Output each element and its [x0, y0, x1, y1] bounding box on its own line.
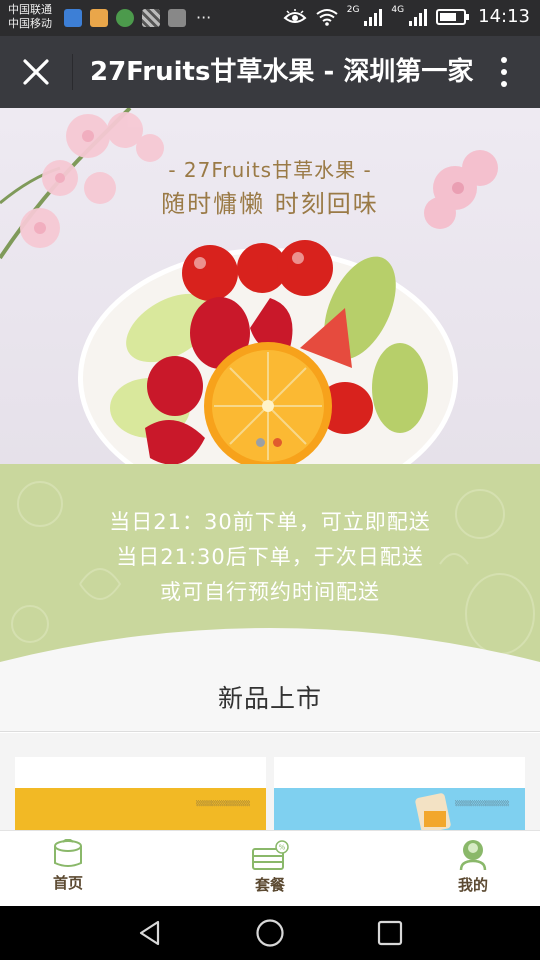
tab-label: 套餐	[254, 876, 285, 894]
app-notification-icon	[142, 8, 160, 27]
app-notification-icon	[64, 8, 82, 27]
carrier-1: 中国联通	[8, 3, 52, 16]
delivery-line-3: 或可自行预约时间配送	[160, 580, 380, 604]
wifi-icon	[316, 8, 338, 26]
back-button[interactable]	[130, 917, 170, 949]
app-notification-icon	[116, 8, 134, 27]
cake-icon	[54, 839, 82, 867]
close-button[interactable]	[16, 52, 56, 92]
package-icon: %	[252, 840, 289, 870]
section-title: 新品上市	[217, 683, 322, 713]
eye-icon	[283, 8, 307, 23]
product-grid: ░░░░░░░░░░░░░░ ░░░░░░░░░░░░░░	[0, 733, 540, 830]
more-vertical-icon	[501, 57, 507, 63]
close-icon	[23, 59, 49, 85]
recent-square-icon	[377, 920, 403, 946]
tab-combo[interactable]: % 套餐	[230, 839, 310, 903]
notification-icons: ···	[64, 8, 211, 27]
delivery-line-2: 当日21:30后下单，于次日配送	[116, 545, 424, 569]
signal-icon	[409, 8, 428, 26]
title-divider	[72, 54, 73, 90]
carousel-dots	[256, 438, 282, 447]
home-button[interactable]	[250, 917, 290, 949]
more-vertical-icon	[501, 81, 507, 87]
product-card[interactable]: ░░░░░░░░░░░░░░	[15, 757, 266, 830]
more-options-button[interactable]	[486, 54, 522, 90]
battery-icon	[436, 8, 470, 25]
app-notification-icon	[168, 8, 186, 27]
home-circle-icon	[256, 919, 284, 947]
tab-home[interactable]: 首页	[28, 839, 108, 903]
product-caption: ░░░░░░░░░░░░░░	[196, 801, 250, 807]
status-bar: 中国联通 中国移动 ··· 2G 4G 14:13	[0, 0, 540, 36]
product-card[interactable]: ░░░░░░░░░░░░░░	[274, 757, 525, 830]
network-type-label: 2G	[346, 4, 360, 15]
system-nav-bar	[0, 906, 540, 960]
product-caption: ░░░░░░░░░░░░░░	[455, 801, 509, 807]
delivery-line-1: 当日21：30前下单，可立即配送	[109, 510, 431, 534]
delivery-curve	[0, 628, 540, 664]
app-notification-icon	[90, 8, 108, 27]
product-image	[15, 788, 266, 830]
recent-apps-button[interactable]	[370, 917, 410, 949]
carousel-dot-active[interactable]	[273, 438, 282, 447]
banner-tagline: - 27Fruits甘草水果 -	[168, 158, 372, 182]
signal-icon	[364, 8, 383, 26]
delivery-info-banner: 当日21：30前下单，可立即配送 当日21:30后下单，于次日配送 或可自行预约…	[0, 464, 540, 664]
more-vertical-icon	[501, 69, 507, 75]
tab-label: 我的	[457, 876, 488, 894]
banner-carousel[interactable]: - 27Fruits甘草水果 - 随时慵懒 时刻回味	[0, 108, 540, 464]
carrier-2: 中国移动	[8, 17, 52, 30]
more-notifications-icon: ···	[196, 8, 212, 27]
bottom-tab-bar: 首页 % 套餐 我的	[0, 830, 540, 906]
title-bar: 27Fruits甘草水果 - 深圳第一家	[0, 36, 540, 108]
svg-text:%: %	[279, 844, 286, 852]
product-illustration	[415, 793, 451, 830]
status-right: 2G 4G 14:13	[283, 4, 530, 27]
product-image	[274, 788, 525, 830]
banner-slogan: 随时慵懒 时刻回味	[161, 190, 379, 218]
section-header: 新品上市	[0, 662, 540, 732]
user-icon	[459, 840, 487, 871]
tab-mine[interactable]: 我的	[433, 839, 513, 903]
carrier-info: 中国联通 中国移动	[8, 3, 52, 31]
tab-label: 首页	[52, 874, 83, 892]
page-title: 27Fruits甘草水果 - 深圳第一家	[90, 57, 474, 87]
network-type-label: 4G	[391, 4, 405, 15]
clock: 14:13	[478, 6, 530, 27]
carousel-dot[interactable]	[256, 438, 265, 447]
back-triangle-icon	[139, 920, 160, 946]
